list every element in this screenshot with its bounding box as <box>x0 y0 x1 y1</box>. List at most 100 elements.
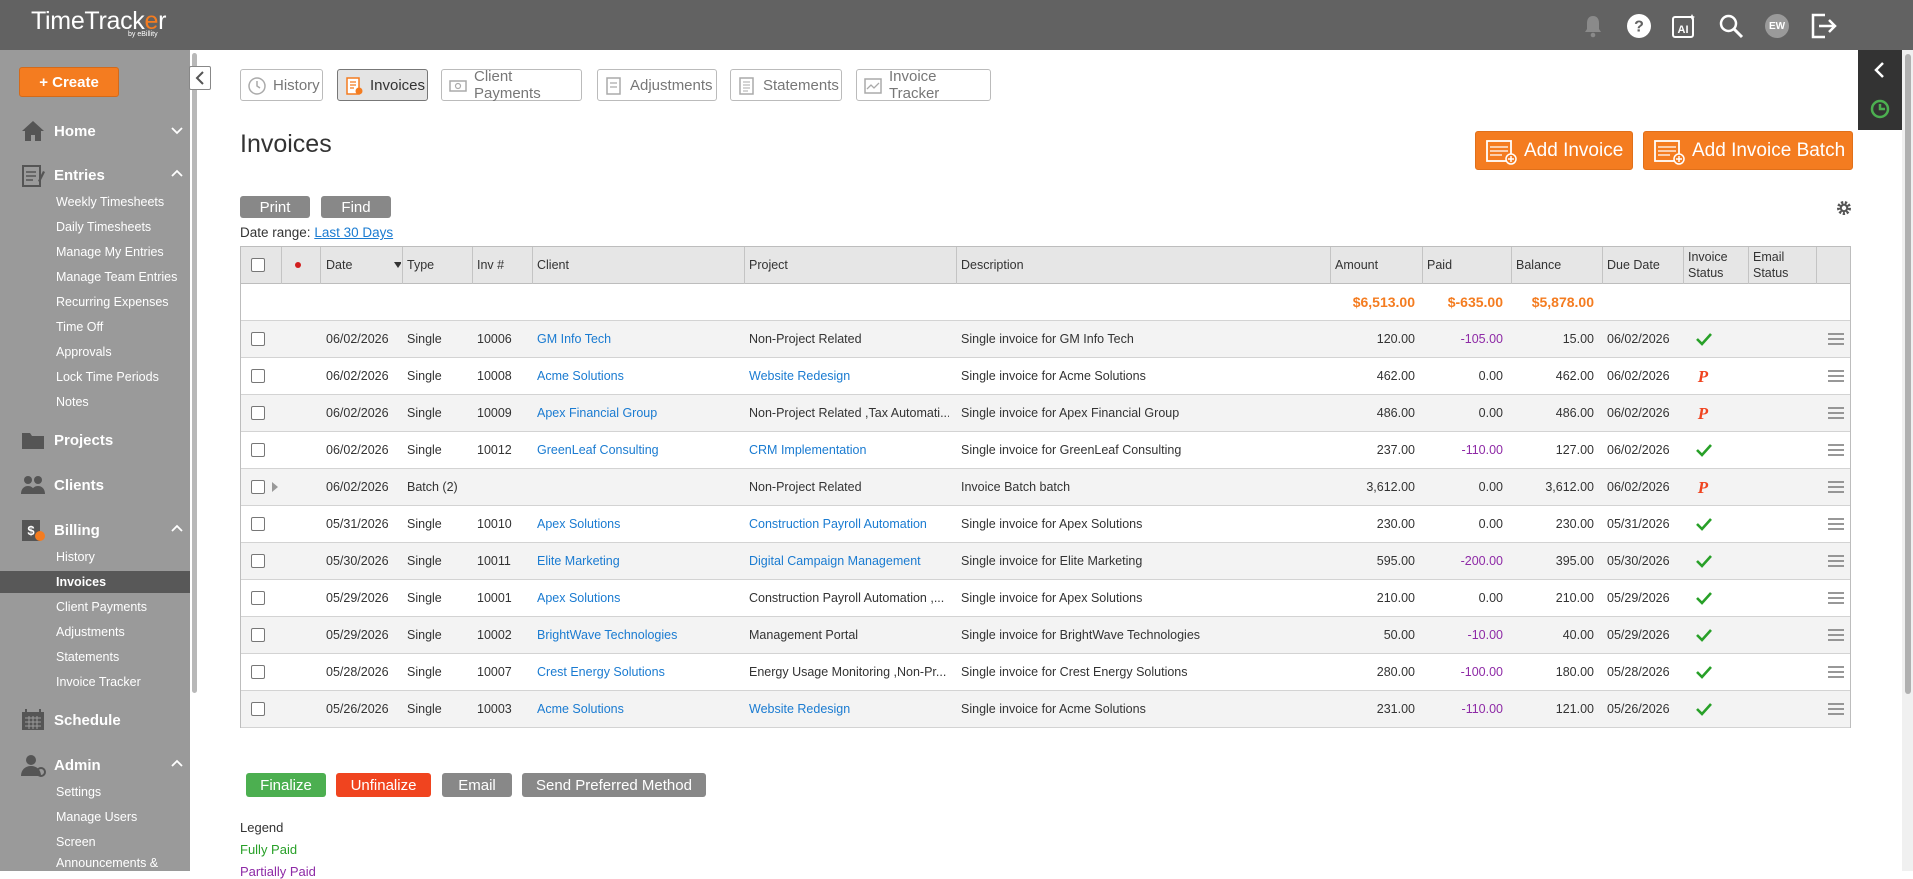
header-type[interactable]: Type <box>407 247 467 283</box>
row-menu-icon[interactable] <box>1827 654 1849 690</box>
avatar[interactable]: EW <box>1762 11 1792 41</box>
tab-adjustments[interactable]: Adjustments <box>597 69 717 101</box>
header-balance[interactable]: Balance <box>1516 247 1576 283</box>
tab-statements[interactable]: Statements <box>730 69 842 101</box>
row-checkbox[interactable] <box>251 395 271 431</box>
table-row[interactable]: 06/02/2026 Single 10008 Acme Solutions Websi… <box>241 358 1850 395</box>
row-client[interactable]: Elite Marketing <box>537 543 737 579</box>
row-checkbox[interactable] <box>251 469 271 505</box>
row-project[interactable]: Website Redesign <box>749 691 949 727</box>
nav-billing[interactable]: $ Billing <box>0 515 190 545</box>
tab-invoice-tracker[interactable]: Invoice Tracker <box>856 68 991 102</box>
row-client[interactable]: Acme Solutions <box>537 358 737 394</box>
table-row[interactable]: 05/31/2026 Single 10010 Apex Solutions Const… <box>241 506 1850 543</box>
nav-home[interactable]: Home <box>0 116 190 146</box>
sidebar-item-lock-time-periods[interactable]: Lock Time Periods <box>0 366 190 388</box>
row-project[interactable]: Construction Payroll Automation <box>749 506 949 542</box>
tab-history[interactable]: History <box>240 69 323 101</box>
sidebar-item-daily-timesheets[interactable]: Daily Timesheets <box>0 216 190 238</box>
sidebar-item-statements[interactable]: Statements <box>0 646 190 668</box>
header-paid[interactable]: Paid <box>1427 247 1487 283</box>
add-invoice-button[interactable]: Add Invoice <box>1475 131 1633 170</box>
row-checkbox[interactable] <box>251 654 271 690</box>
unfinalize-button[interactable]: Unfinalize <box>336 773 431 797</box>
page-scrollbar[interactable] <box>1902 50 1913 871</box>
sidebar-item-client-payments[interactable]: Client Payments <box>0 596 190 618</box>
row-client[interactable]: Apex Solutions <box>537 506 737 542</box>
header-invoice-status[interactable]: Invoice Status <box>1688 247 1743 283</box>
sidebar-item-time-off[interactable]: Time Off <box>0 316 190 338</box>
header-description[interactable]: Description <box>961 247 1121 283</box>
row-menu-icon[interactable] <box>1827 691 1849 727</box>
sidebar-item-recurring-expenses[interactable]: Recurring Expenses <box>0 291 190 313</box>
sidebar-item-weekly-timesheets[interactable]: Weekly Timesheets <box>0 191 190 213</box>
header-client[interactable]: Client <box>537 247 697 283</box>
row-menu-icon[interactable] <box>1827 469 1849 505</box>
print-button[interactable]: Print <box>240 196 310 218</box>
sidebar-scrollbar[interactable] <box>190 50 199 871</box>
row-menu-icon[interactable] <box>1827 543 1849 579</box>
row-client[interactable]: Crest Energy Solutions <box>537 654 737 690</box>
sidebar-item-adjustments[interactable]: Adjustments <box>0 621 190 643</box>
nav-clients[interactable]: Clients <box>0 470 190 500</box>
sidebar-item-screen[interactable]: Screen <box>0 831 190 853</box>
sidebar-item-settings[interactable]: Settings <box>0 781 190 803</box>
sidebar-item-manage-my-entries[interactable]: Manage My Entries <box>0 241 190 263</box>
row-checkbox[interactable] <box>251 580 271 616</box>
row-checkbox[interactable] <box>251 432 271 468</box>
email-button[interactable]: Email <box>442 773 512 797</box>
sidebar-item-notes[interactable]: Notes <box>0 391 190 413</box>
table-row[interactable]: 06/02/2026 Single 10006 GM Info Tech Non-Pro… <box>241 321 1850 358</box>
row-checkbox[interactable] <box>251 543 271 579</box>
table-row[interactable]: 06/02/2026 Single 10012 GreenLeaf Consultin… <box>241 432 1850 469</box>
select-all-checkbox[interactable] <box>251 247 271 283</box>
expand-batch-icon[interactable] <box>271 469 283 505</box>
row-project[interactable]: Digital Campaign Management <box>749 543 949 579</box>
page-scroll-thumb[interactable] <box>1905 54 1911 694</box>
search-icon[interactable] <box>1716 11 1746 41</box>
row-checkbox[interactable] <box>251 506 271 542</box>
table-row[interactable]: 05/30/2026 Single 10011 Elite Marketing Digi… <box>241 543 1850 580</box>
sidebar-item-invoice-tracker[interactable]: Invoice Tracker <box>0 671 190 693</box>
row-client[interactable]: Acme Solutions <box>537 691 737 727</box>
tab-invoices[interactable]: Invoices <box>337 69 428 101</box>
table-row[interactable]: 05/29/2026 Single 10002 BrightWave Technolo… <box>241 617 1850 654</box>
row-client[interactable]: Apex Solutions <box>537 580 737 616</box>
create-button[interactable]: + Create <box>19 67 119 97</box>
finalize-button[interactable]: Finalize <box>246 773 326 797</box>
row-client[interactable] <box>537 469 737 505</box>
row-menu-icon[interactable] <box>1827 321 1849 357</box>
add-invoice-batch-button[interactable]: Add Invoice Batch <box>1643 131 1853 170</box>
date-range-link[interactable]: Last 30 Days <box>314 225 393 240</box>
tab-client-payments[interactable]: Client Payments <box>441 68 582 102</box>
header-due-date[interactable]: Due Date <box>1607 247 1677 283</box>
find-button[interactable]: Find <box>321 196 391 218</box>
row-client[interactable]: Apex Financial Group <box>537 395 737 431</box>
row-checkbox[interactable] <box>251 617 271 653</box>
table-row[interactable]: 06/02/2026 Batch (2) Non-Project Related In… <box>241 469 1850 506</box>
header-email-status[interactable]: Email Status <box>1753 247 1808 283</box>
sidebar-item-history[interactable]: History <box>0 546 190 568</box>
nav-projects[interactable]: Projects <box>0 425 190 455</box>
header-inv-number[interactable]: Inv # <box>477 247 527 283</box>
sidebar-scroll-thumb[interactable] <box>192 53 197 693</box>
table-row[interactable]: 06/02/2026 Single 10009 Apex Financial Grou… <box>241 395 1850 432</box>
nav-schedule[interactable]: Schedule <box>0 705 190 735</box>
table-row[interactable]: 05/29/2026 Single 10001 Apex Solutions Const… <box>241 580 1850 617</box>
ai-assistant-icon[interactable]: AI <box>1669 11 1699 41</box>
bell-icon[interactable] <box>1578 11 1608 41</box>
nav-admin[interactable]: Admin <box>0 750 190 780</box>
row-menu-icon[interactable] <box>1827 432 1849 468</box>
timer-icon[interactable] <box>1869 98 1891 120</box>
table-row[interactable]: 05/28/2026 Single 10007 Crest Energy Soluti… <box>241 654 1850 691</box>
chevron-left-icon[interactable] <box>1871 61 1887 79</box>
sidebar-item-manage-users[interactable]: Manage Users <box>0 806 190 828</box>
row-client[interactable]: GreenLeaf Consulting <box>537 432 737 468</box>
gear-icon[interactable] <box>1836 200 1852 216</box>
row-menu-icon[interactable] <box>1827 358 1849 394</box>
send-preferred-method-button[interactable]: Send Preferred Method <box>522 773 706 797</box>
sidebar-item-invoices[interactable]: Invoices <box>0 571 190 593</box>
row-menu-icon[interactable] <box>1827 617 1849 653</box>
sidebar-item-manage-team-entries[interactable]: Manage Team Entries <box>0 266 190 288</box>
row-project[interactable]: Website Redesign <box>749 358 949 394</box>
